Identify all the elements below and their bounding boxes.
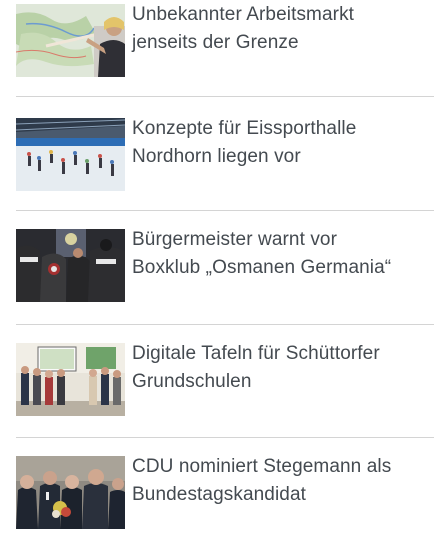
- article-headline[interactable]: Digitale Tafeln für Schüttorfer Grundsch…: [132, 340, 380, 396]
- article-headline[interactable]: Unbekannter Arbeitsmarkt jenseits der Gr…: [132, 1, 354, 57]
- divider: [16, 96, 434, 97]
- article-thumbnail[interactable]: [16, 343, 125, 416]
- divider: [16, 437, 434, 438]
- classroom-group-photo: [16, 343, 125, 416]
- article-headline[interactable]: Konzepte für Eissporthalle Nordhorn lieg…: [132, 115, 356, 171]
- police-raid-photo: [16, 229, 125, 302]
- divider: [16, 324, 434, 325]
- teacher-map-photo: [16, 4, 125, 77]
- headline-line: Konzepte für Eissporthalle: [132, 118, 357, 139]
- article-headline[interactable]: Bürgermeister warnt vor Boxklub „Osmanen…: [132, 226, 391, 282]
- article-headline[interactable]: CDU nominiert Stegemann als Bundestagska…: [132, 453, 391, 509]
- politicians-flowers-photo: [16, 456, 125, 529]
- headline-line: Bürgermeister warnt vor: [132, 229, 338, 250]
- ice-rink-photo: [16, 118, 125, 191]
- headline-line: jenseits der Grenze: [132, 32, 299, 53]
- news-item-digitale-tafeln[interactable]: Digitale Tafeln für Schüttorfer Grundsch…: [16, 343, 434, 423]
- headline-line: CDU nominiert Stegemann als: [132, 456, 392, 477]
- divider: [16, 210, 434, 211]
- headline-line: Bundestagskandidat: [132, 484, 306, 505]
- headline-line: Unbekannter Arbeitsmarkt: [132, 4, 355, 25]
- article-thumbnail[interactable]: [16, 456, 125, 529]
- headline-line: Nordhorn liegen vor: [132, 146, 301, 167]
- headline-line: Digitale Tafeln für Schüttorfer: [132, 343, 380, 364]
- article-thumbnail[interactable]: [16, 4, 125, 77]
- news-item-cdu-stegemann[interactable]: CDU nominiert Stegemann als Bundestagska…: [16, 456, 434, 536]
- article-thumbnail[interactable]: [16, 229, 125, 302]
- news-list: Unbekannter Arbeitsmarkt jenseits der Gr…: [0, 0, 440, 529]
- article-thumbnail[interactable]: [16, 118, 125, 191]
- news-item-boxklub[interactable]: Bürgermeister warnt vor Boxklub „Osmanen…: [16, 229, 434, 309]
- headline-line: Boxklub „Osmanen Germania“: [132, 257, 392, 278]
- news-item-eissporthalle[interactable]: Konzepte für Eissporthalle Nordhorn lieg…: [16, 118, 434, 198]
- headline-line: Grundschulen: [132, 371, 252, 392]
- news-item-arbeitsmarkt[interactable]: Unbekannter Arbeitsmarkt jenseits der Gr…: [16, 4, 434, 84]
